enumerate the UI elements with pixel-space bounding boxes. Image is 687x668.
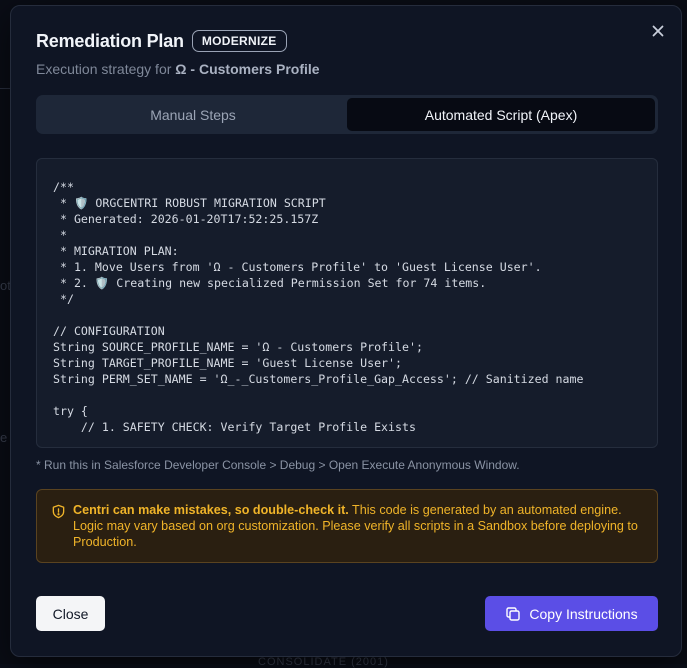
title-row: Remediation Plan MODERNIZE — [36, 30, 641, 52]
copy-icon — [505, 606, 521, 622]
background-text: e — [0, 430, 7, 445]
subtitle-target: Ω - Customers Profile — [175, 61, 319, 77]
warning-callout: Centri can make mistakes, so double-chec… — [36, 489, 658, 563]
dialog-header: Remediation Plan MODERNIZE Execution str… — [36, 30, 641, 77]
background-divider — [0, 88, 10, 89]
dialog-subtitle: Execution strategy for Ω - Customers Pro… — [36, 61, 641, 77]
copy-button-label: Copy Instructions — [529, 606, 637, 622]
close-icon[interactable] — [649, 22, 667, 40]
tab-manual-steps[interactable]: Manual Steps — [39, 98, 347, 131]
close-button[interactable]: Close — [36, 596, 105, 631]
background-text: CONSOLIDATE (2001) — [258, 656, 389, 668]
status-badge: MODERNIZE — [192, 30, 287, 52]
code-content: /** * 🛡️ ORGCENTRI ROBUST MIGRATION SCRI… — [53, 179, 641, 435]
remediation-plan-dialog: Remediation Plan MODERNIZE Execution str… — [10, 5, 682, 657]
warning-title: Centri can make mistakes, so double-chec… — [73, 503, 349, 517]
warning-shield-icon — [51, 504, 66, 519]
code-block[interactable]: /** * 🛡️ ORGCENTRI ROBUST MIGRATION SCRI… — [36, 158, 658, 448]
tab-bar: Manual Steps Automated Script (Apex) — [36, 95, 658, 134]
tab-automated-script[interactable]: Automated Script (Apex) — [347, 98, 655, 131]
dialog-title: Remediation Plan — [36, 31, 184, 52]
copy-instructions-button[interactable]: Copy Instructions — [485, 596, 658, 631]
subtitle-prefix: Execution strategy for — [36, 61, 175, 77]
run-instructions-hint: * Run this in Salesforce Developer Conso… — [36, 458, 520, 472]
